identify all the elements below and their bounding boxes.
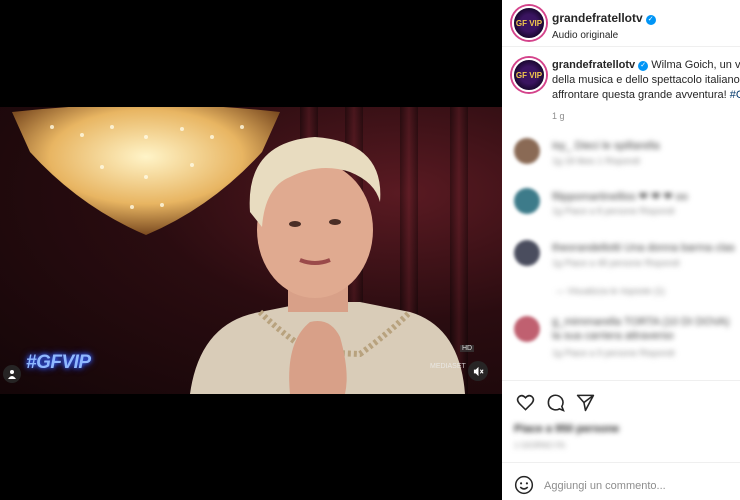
paper-plane-icon: [576, 394, 594, 411]
caption-hashtag[interactable]: #G: [730, 89, 740, 101]
verified-badge-icon: ✓: [638, 61, 649, 71]
comment-item: isy_ Dieci le spillarella 1g 18 likes 1 …: [502, 136, 740, 170]
caption-text: grandefratellotv ✓ Wilma Goich, un vol de…: [552, 58, 740, 124]
person-image: [190, 137, 465, 394]
comment-text-continued: la sua carriera attraverso: [552, 330, 674, 342]
video-player[interactable]: #GFVIP HD MEDIASET: [0, 107, 502, 394]
commenter-avatar[interactable]: [514, 188, 540, 214]
commenter-avatar[interactable]: [514, 240, 540, 266]
caption-line-2: della musica e dello spettacolo italiano…: [552, 74, 740, 86]
caption-timestamp[interactable]: 1 g: [552, 109, 740, 124]
comment-meta[interactable]: 1g Piace a 9 persone Rispondi: [552, 348, 675, 358]
comment-meta[interactable]: 1g Piace a 48 persone Rispondi: [552, 258, 680, 268]
mute-button[interactable]: [468, 361, 488, 381]
heart-icon: [516, 394, 534, 411]
avatar-logo-text: GF VIP: [515, 70, 543, 80]
author-avatar[interactable]: GF VIP: [512, 6, 546, 40]
comment-text: filippomartinelliss ❤ ❤ ❤ oo: [552, 191, 688, 203]
comment-meta[interactable]: 1g Piace a 8 persone Rispondi: [552, 206, 675, 216]
like-button[interactable]: [514, 391, 536, 413]
tagged-users-button[interactable]: [3, 365, 21, 383]
caption-author-avatar[interactable]: GF VIP: [512, 58, 546, 92]
muted-speaker-icon: [473, 366, 484, 376]
post-sidebar: GF VIP grandefratellotv ✓ Audio originale…: [502, 0, 740, 500]
comment-text: isy_ Dieci le spillarella: [552, 140, 660, 152]
view-replies-link[interactable]: — Visualizza le risposte (1): [556, 286, 665, 296]
comment-bubble-icon: [547, 393, 565, 412]
likes-count[interactable]: Piace a 950 persone: [514, 423, 619, 435]
smiley-icon: [514, 475, 534, 495]
commenter-avatar[interactable]: [514, 138, 540, 164]
author-username[interactable]: grandefratellotv: [552, 11, 643, 25]
view-replies[interactable]: — Visualizza le risposte (1): [502, 282, 740, 302]
comment-text: g_mimmarella TORTA (10 DI DOVA): [552, 316, 730, 328]
comment-text: theorandellotti Una donna barma clas: [552, 242, 735, 254]
comment-meta[interactable]: 1g 18 likes 1 Rispondi: [552, 156, 640, 166]
hd-badge: HD: [460, 345, 475, 352]
broadcaster-logo: MEDIASET: [430, 363, 466, 370]
commenter-avatar[interactable]: [514, 316, 540, 342]
comment-item: filippomartinelliss ❤ ❤ ❤ oo 1g Piace a …: [502, 186, 740, 220]
emoji-button[interactable]: [514, 475, 534, 500]
verified-badge-icon: ✓: [645, 15, 656, 25]
post-date: 1 GIORNO FA: [514, 441, 566, 450]
caption-line-1: Wilma Goich, un vol: [651, 59, 740, 71]
user-icon: [8, 370, 16, 379]
share-button[interactable]: [574, 391, 596, 413]
comment-input[interactable]: Aggiungi un commento...: [544, 480, 666, 492]
show-watermark: #GFVIP: [26, 352, 91, 373]
media-viewer: #GFVIP HD MEDIASET: [0, 0, 502, 500]
audio-label[interactable]: Audio originale: [552, 30, 656, 41]
post-header: GF VIP grandefratellotv ✓ Audio originale: [502, 0, 740, 47]
comment-item: theorandellotti Una donna barma clas 1g …: [502, 238, 740, 272]
add-comment-bar: Aggiungi un commento...: [502, 462, 740, 500]
caption-line-3: affrontare questa grande avventura!: [552, 89, 730, 101]
avatar-logo-text: GF VIP: [515, 18, 543, 28]
comment-item: g_mimmarella TORTA (10 DI DOVA) la sua c…: [502, 312, 740, 364]
comment-button[interactable]: [544, 391, 566, 413]
caption-username[interactable]: grandefratellotv: [552, 59, 635, 71]
